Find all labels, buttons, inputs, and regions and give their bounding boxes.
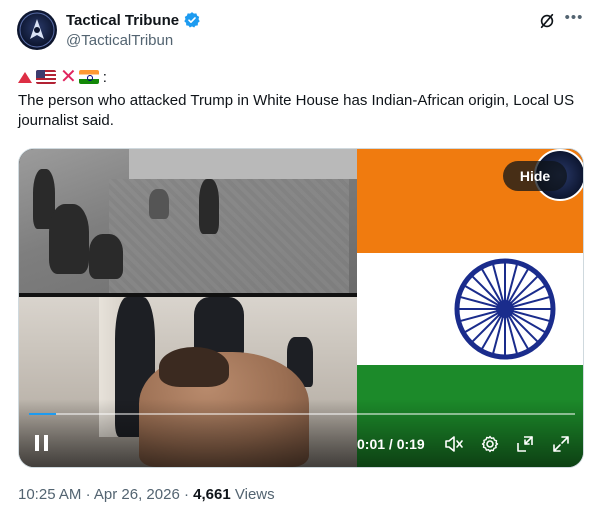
progress-bar[interactable] — [29, 413, 575, 415]
emoji-colon: : — [102, 68, 107, 86]
india-flag-icon — [78, 70, 99, 84]
views-count[interactable]: 4,661 — [193, 486, 231, 503]
meta-separator-2: · — [183, 486, 189, 503]
red-triangle-icon — [18, 71, 32, 83]
tweet-date[interactable]: Apr 26, 2026 — [94, 486, 180, 503]
tweet-time[interactable]: 10:25 AM — [18, 486, 81, 503]
author-handle[interactable]: @TacticalTribun — [66, 32, 173, 49]
time-display: 0:01 / 0:19 — [357, 436, 425, 452]
grok-icon[interactable] — [536, 10, 558, 32]
progress-fill — [29, 413, 56, 415]
views-label: Views — [234, 486, 275, 503]
cctv-frame — [19, 149, 359, 296]
avatar[interactable] — [17, 10, 57, 50]
pause-icon[interactable] — [33, 433, 51, 453]
emoji-line: ✕ : — [18, 67, 107, 87]
fullscreen-icon[interactable] — [551, 434, 571, 454]
author-name-row[interactable]: Tactical Tribune — [66, 11, 201, 29]
more-icon[interactable]: ••• — [563, 8, 585, 30]
author-display-name[interactable]: Tactical Tribune — [66, 12, 179, 29]
video-player[interactable]: Hide 0:01 / 0:19 — [18, 148, 584, 468]
cross-mark-icon: ✕ — [60, 66, 77, 88]
verified-badge-icon — [184, 12, 200, 28]
settings-icon[interactable] — [480, 434, 500, 454]
us-flag-icon — [36, 70, 56, 84]
hide-button[interactable]: Hide — [503, 161, 567, 191]
picture-in-picture-icon[interactable] — [515, 434, 535, 454]
meta-separator: · — [85, 486, 91, 503]
ashoka-chakra-icon — [454, 258, 556, 360]
tweet-meta: 10:25 AM · Apr 26, 2026 · 4,661 Views — [18, 486, 275, 503]
mute-icon[interactable] — [444, 434, 464, 454]
tweet-text: The person who attacked Trump in White H… — [18, 92, 575, 129]
